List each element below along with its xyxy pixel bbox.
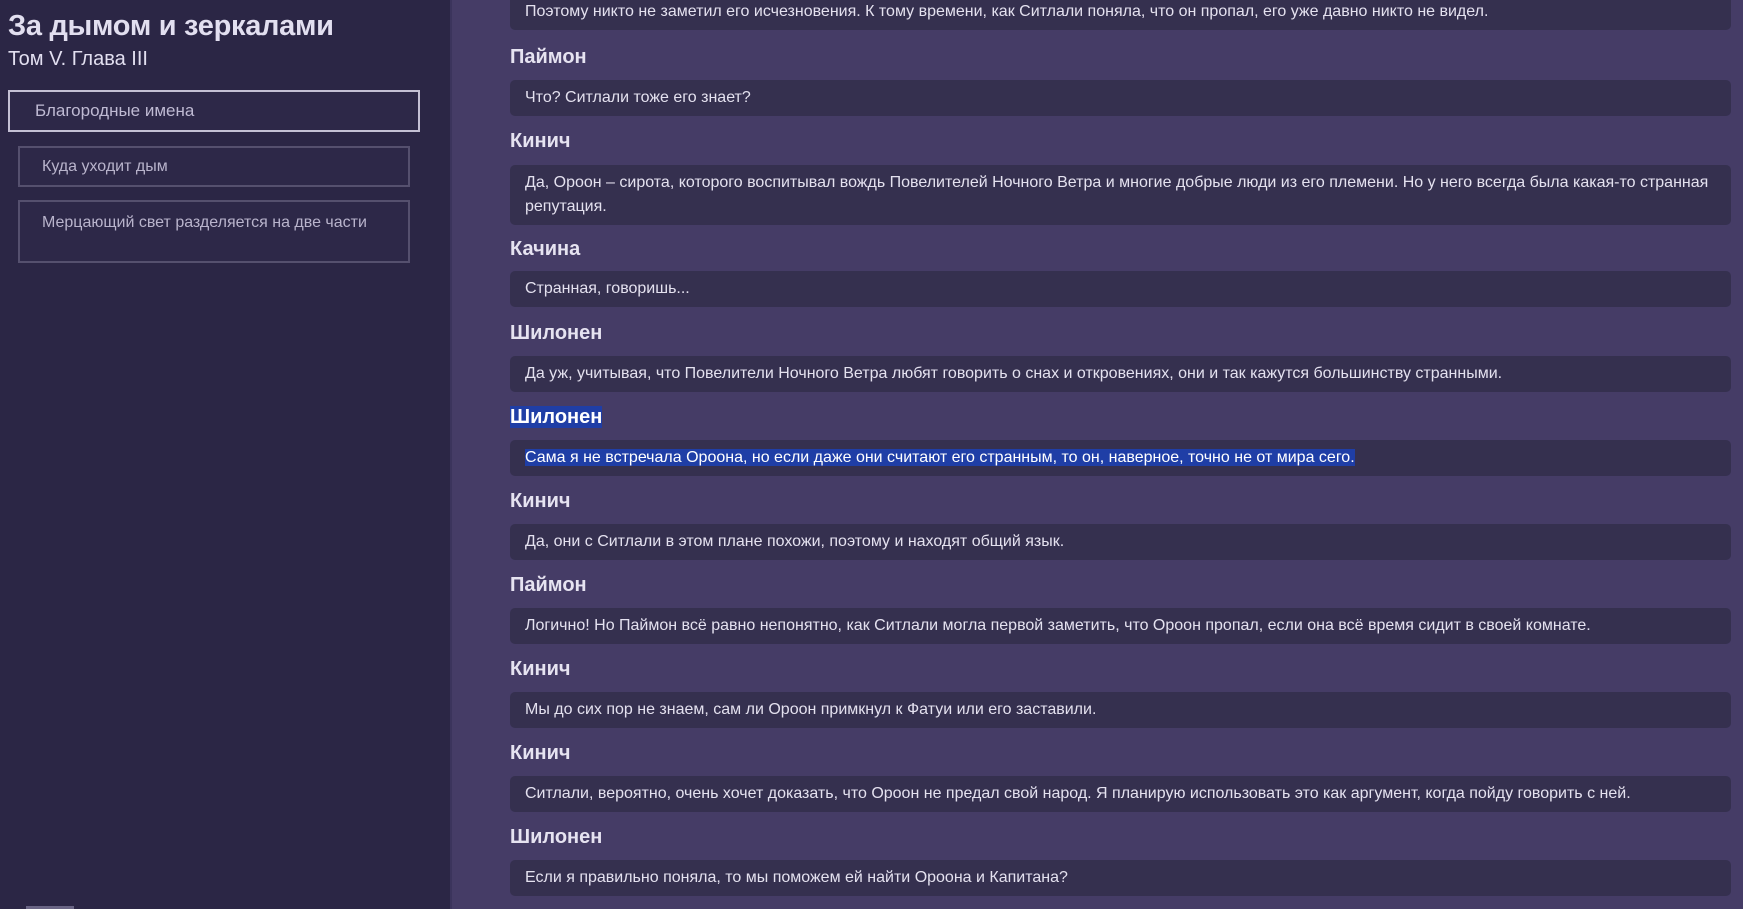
quest-chapter: Том V. Глава III [8,48,148,70]
dialogue-line: Да уж, учитывая, что Повелители Ночного … [510,356,1731,392]
selected-text: Шилонен [510,406,603,428]
selected-text: Сама я не встречала Ороона, но если даже… [525,449,1355,466]
sidebar-item-smoke[interactable]: Куда уходит дым [18,146,410,187]
dialogue-line: Поэтому никто не заметил его исчезновени… [510,0,1731,30]
dialogue-line: Ситлали, вероятно, очень хочет доказать,… [510,776,1731,812]
dialogue-line: Мы до сих пор не знаем, сам ли Ороон при… [510,692,1731,728]
sidebar-item-current[interactable]: Благородные имена [8,90,420,132]
speaker-name: Шилонен [510,826,603,848]
speaker-name: Кинич [510,130,571,152]
speaker-name-selected: Шилонен [510,404,603,430]
dialogue-line: Да, Ороон – сирота, которого воспитывал … [510,165,1731,225]
speaker-name: Кинич [510,658,571,680]
app-window: За дымом и зеркалами Том V. Глава III Бл… [0,0,1743,909]
dialogue-line: Что? Ситлали тоже его знает? [510,80,1731,116]
dialogue-line: Если я правильно поняла, то мы поможем е… [510,860,1731,896]
sidebar: За дымом и зеркалами Том V. Глава III Бл… [0,0,452,909]
quest-title: За дымом и зеркалами [8,10,334,42]
speaker-name: Паймон [510,574,587,596]
speaker-name: Шилонен [510,322,603,344]
speaker-name: Кинич [510,490,571,512]
dialogue-panel: Поэтому никто не заметил его исчезновени… [452,0,1743,909]
sidebar-item-light[interactable]: Мерцающий свет разделяется на две части [18,200,410,263]
speaker-name: Качина [510,238,581,260]
dialogue-line-selected: Сама я не встречала Ороона, но если даже… [510,440,1731,476]
dialogue-line: Да, они с Ситлали в этом плане похожи, п… [510,524,1731,560]
speaker-name: Кинич [510,742,571,764]
speaker-name: Паймон [510,46,587,68]
dialogue-line: Странная, говоришь... [510,271,1731,307]
dialogue-line: Логично! Но Паймон всё равно непонятно, … [510,608,1731,644]
